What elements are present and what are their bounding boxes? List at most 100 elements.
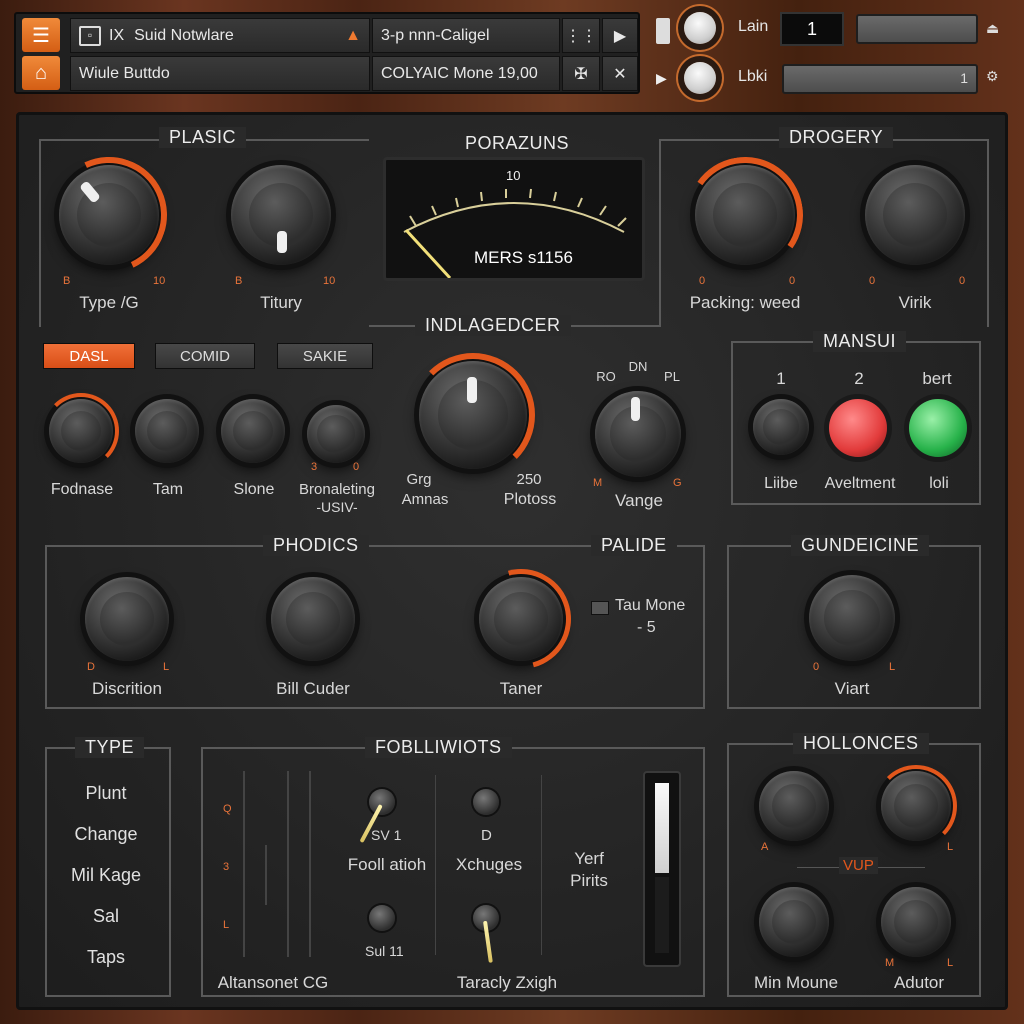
viart-knob[interactable] [809,575,895,661]
type-item-change[interactable]: Change [47,824,165,845]
toggle-d[interactable] [473,789,499,815]
vu-readout: MERS s1156 [474,248,573,267]
virik-tick-min: 0 [869,275,876,287]
virik-knob[interactable] [865,165,965,265]
level-meter-empty [655,877,669,953]
fader-track-3[interactable] [287,771,289,957]
header-bar: ☰ ⌂ ▫ IX Suid Notwlare ▲ 3-p nnn-Caligel… [14,12,640,94]
toggle-sv1[interactable] [369,789,395,815]
main-panel: PLASIC B 10 Type /G B 10 Titury PORAZUNS… [16,112,1008,1010]
fader-track-1[interactable] [243,771,245,957]
hollonces-knob-2-arc [875,765,957,847]
preset-field-2[interactable]: COLYAIC Mone 19,00 [372,56,560,91]
type-section: Plunt Change Mil Kage Sal Taps [45,747,171,997]
packing-tick-min: 0 [699,275,706,287]
type-item-milkage[interactable]: Mil Kage [47,865,165,886]
loli-label: loli [929,475,949,492]
mansui-col-2: 2 [854,369,864,388]
bronaleting-sublabel: -USIV- [316,499,358,515]
bronaleting-label: Bronaleting [299,481,375,498]
title-field-1[interactable]: ▫ IX Suid Notwlare ▲ [70,18,370,53]
type-item-taps[interactable]: Taps [47,947,165,968]
drogery-title: DROGERY [779,127,894,148]
virik-label: Virik [898,293,932,312]
fader-mark-3: 3 [223,861,230,873]
type-item-sal[interactable]: Sal [47,906,165,927]
bill-cuder-knob[interactable] [271,577,355,661]
fader-track-4[interactable] [309,771,311,957]
tools-icon[interactable]: ✠ [562,56,600,91]
mode-button-comid[interactable]: COMID [155,343,255,369]
type-title: TYPE [75,737,145,758]
packing-tick-max: 0 [789,275,796,287]
mansui-col-1: 1 [776,369,786,388]
palide-title: PALIDE [591,535,677,556]
app-title: Suid Notwlare [134,26,234,44]
titury-label: Titury [260,293,302,312]
aveltment-button[interactable] [829,399,887,457]
lain-display: 1 [780,12,844,46]
vu-meter: 10 MERS s1156 [383,157,645,281]
toggle-sul11[interactable] [369,905,395,931]
packing-label: Packing: weed [689,293,801,312]
liibe-knob[interactable] [753,399,809,455]
vange-top-dn: DN [628,359,648,374]
link-icon[interactable]: ⋮⋮ [562,18,600,53]
lain-slot[interactable] [856,14,978,44]
toggle-sul11-label: Sul 11 [365,943,404,959]
disk-icon: ▫ [79,25,101,46]
play-small-icon[interactable]: ▶ [656,70,667,87]
tam-knob[interactable] [135,399,199,463]
toggle-sv1-label: SV 1 [371,827,402,843]
lain-knob[interactable] [684,12,716,44]
menu-icon: ☰ [32,24,50,47]
fader-track-2[interactable] [265,845,267,905]
aveltment-label: Aveltment [824,475,896,492]
type-item-plunt[interactable]: Plunt [47,783,165,804]
settings-icon[interactable]: ⚙ [986,68,999,85]
hollonces-tick-l2: L [947,957,954,969]
phodics-title: PHODICS [263,535,369,556]
gundeicine-title: GUNDEICINE [791,535,930,556]
menu-button[interactable]: ☰ [22,18,60,52]
title-field-2[interactable]: Wiule Buttdo [70,56,370,91]
titury-tick-min: B [235,275,243,287]
center-text-2: Pirits [570,871,608,890]
vange-pointer [631,397,640,421]
lbki-slot[interactable]: 1 [782,64,978,94]
discrition-label: Discrition [92,679,162,698]
vu-scale-value: 10 [506,168,521,183]
tau-mone-checkbox[interactable] [591,601,609,615]
hollonces-knob-3[interactable] [759,887,829,957]
fobb-bottom-left: Altansonet CG [217,973,329,992]
hollonces-knob-4[interactable] [881,887,951,957]
fobb-bottom-right: Taracly Zxigh [456,973,558,992]
fodnase-label: Fodnase [50,481,114,498]
hollonces-title: HOLLONCES [793,733,929,754]
lain-label: Lain [738,18,769,35]
app-label: IX [109,26,125,44]
vange-tick-max: G [673,477,682,489]
fader-mark-q: Q [223,803,232,815]
hollonces-knob-1[interactable] [759,771,829,841]
preset-field-1[interactable]: 3-p nnn-Caligel [372,18,560,53]
titury-knob-pointer [277,231,287,253]
fodnase-arc [43,393,119,469]
lbki-knob[interactable] [684,62,716,94]
discrition-knob[interactable] [85,577,169,661]
tam-label: Tam [152,481,184,498]
slone-knob[interactable] [221,399,285,463]
loli-button[interactable] [909,399,967,457]
xchuges-label: Xchuges [455,855,523,874]
eject-icon[interactable]: ⏏ [986,20,999,37]
porazuns-title: PORAZUNS [465,133,570,153]
close-icon[interactable]: ✕ [602,56,638,91]
home-button[interactable]: ⌂ [22,56,60,90]
mode-button-sakie[interactable]: SAKIE [277,343,373,369]
phone-icon [656,18,670,44]
play-icon[interactable]: ▶ [602,18,638,53]
mode-button-dasl[interactable]: DASL [43,343,135,369]
bronaleting-knob[interactable] [307,405,365,463]
vu-needle [404,228,452,278]
lbki-label: Lbki [738,68,768,85]
